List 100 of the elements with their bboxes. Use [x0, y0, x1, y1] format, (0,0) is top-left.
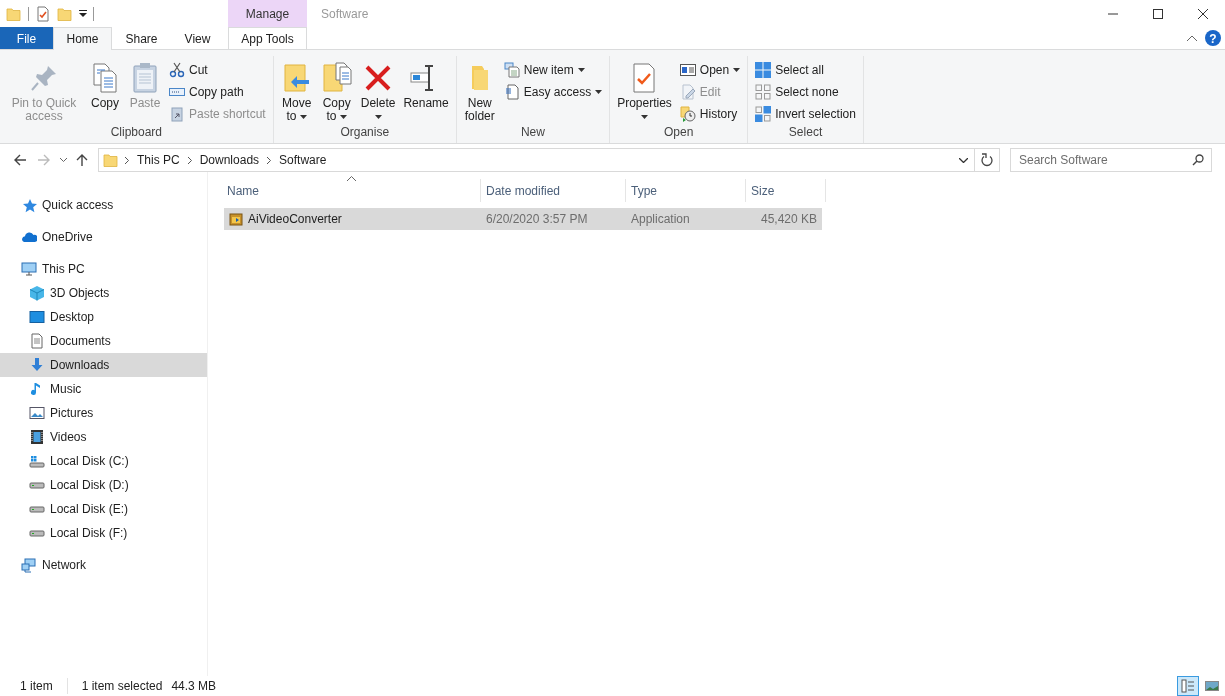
folder-icon: [6, 5, 22, 22]
contextual-tab-header: Manage: [228, 0, 307, 27]
chevron-right-icon: [187, 156, 192, 164]
file-name: AiVideoConverter: [248, 212, 342, 226]
nav-item[interactable]: 3D Objects: [0, 281, 207, 305]
nav-item[interactable]: Network: [0, 553, 207, 577]
ribbon-group-label: Select: [787, 125, 824, 141]
ribbon-button[interactable]: Easy access: [500, 82, 606, 102]
ribbon-tab[interactable]: App Tools: [228, 27, 307, 49]
ribbon-button[interactable]: New folder: [460, 60, 499, 125]
ribbon-button[interactable]: Copy to: [317, 60, 356, 125]
chevron-down-icon: [59, 158, 67, 162]
network-icon: [21, 557, 37, 573]
breadcrumb[interactable]: This PC: [137, 153, 180, 167]
search-field[interactable]: Search Software: [1010, 148, 1212, 172]
ribbon-button[interactable]: Copy: [86, 60, 124, 125]
ribbon-button[interactable]: Move to: [277, 60, 316, 125]
ribbon-button[interactable]: Select none: [752, 82, 859, 102]
caret-icon: [339, 114, 347, 119]
drive-icon: [29, 481, 45, 489]
ribbon-tab[interactable]: View: [171, 27, 224, 49]
table-cell: 6/20/2020 3:57 PM: [486, 212, 588, 226]
refresh-icon: [981, 153, 993, 167]
grid-icon: [755, 62, 772, 78]
file-row[interactable]: AiVideoConverter 6/20/2020 3:57 PM Application 45,420 KB: [224, 208, 822, 230]
caret-icon: [595, 90, 603, 94]
ribbon-button[interactable]: Rename: [400, 60, 452, 125]
ribbon-tab[interactable]: Home: [53, 27, 112, 50]
pencil-document-icon: [679, 84, 696, 100]
search-icon: [1192, 154, 1204, 166]
nav-item[interactable]: OneDrive: [0, 225, 207, 249]
ribbon-button[interactable]: Open: [676, 60, 744, 80]
ribbon-button[interactable]: Select all: [752, 60, 859, 80]
document-icon: [29, 333, 45, 349]
nav-item[interactable]: Local Disk (E:): [0, 497, 207, 521]
nav-item[interactable]: Documents: [0, 329, 207, 353]
folder-icon: [57, 5, 73, 22]
ribbon-button[interactable]: Delete: [357, 60, 399, 125]
window-title: Software: [320, 5, 370, 23]
breadcrumb[interactable]: Downloads: [199, 153, 260, 167]
breadcrumb[interactable]: Software: [279, 153, 327, 167]
help-icon[interactable]: ?: [1205, 30, 1221, 46]
view-button[interactable]: [1177, 676, 1199, 696]
nav-item[interactable]: Downloads: [0, 353, 207, 377]
nav-item[interactable]: This PC: [0, 257, 207, 281]
partial-grid-icon: [755, 106, 772, 122]
checked-document-icon: [35, 5, 51, 22]
caret-icon: [640, 114, 648, 119]
column-header[interactable]: Type: [626, 179, 746, 202]
status-text: 1 item: [20, 679, 53, 693]
download-arrow-icon: [29, 357, 45, 373]
picture-icon: [29, 405, 45, 421]
nav-item[interactable]: Desktop: [0, 305, 207, 329]
ribbon-group-label: New: [519, 125, 546, 141]
shortcut-icon: [169, 106, 185, 122]
chevron-right-icon: [125, 156, 129, 164]
ribbon-button[interactable]: Cut: [166, 60, 269, 80]
caret-icon: [733, 68, 741, 72]
ribbon-button[interactable]: Invert selection: [752, 104, 859, 124]
column-header[interactable]: Size: [746, 179, 826, 202]
customize-caret-icon[interactable]: [79, 9, 87, 18]
nav-item[interactable]: Local Disk (C:): [0, 449, 207, 473]
table-cell: Application: [631, 212, 690, 226]
forward-icon: [37, 153, 51, 167]
table-cell: 45,420 KB: [760, 212, 817, 226]
film-icon: [29, 429, 45, 445]
clock-icon: [679, 106, 696, 122]
folder-pages-icon: [320, 62, 353, 94]
address-bar[interactable]: This PC Downloads Software: [98, 148, 1000, 172]
ribbon-group-label: Clipboard: [109, 125, 164, 141]
ribbon-group-label: Organise: [339, 125, 391, 141]
close-icon: [1197, 8, 1208, 19]
window-icon: [679, 62, 696, 78]
nav-item[interactable]: Videos: [0, 425, 207, 449]
drive-icon: [29, 529, 45, 537]
nav-item[interactable]: Quick access: [0, 193, 207, 217]
nav-item[interactable]: Pictures: [0, 401, 207, 425]
application-icon: [229, 212, 243, 226]
column-header[interactable]: Date modified: [481, 179, 626, 202]
column-header[interactable]: Name: [222, 179, 481, 202]
cube-icon: [29, 285, 45, 301]
chevron-down-icon[interactable]: [958, 157, 968, 163]
nav-item[interactable]: Local Disk (D:): [0, 473, 207, 497]
ribbon-tab[interactable]: File: [0, 27, 53, 49]
monitor-icon: [21, 261, 37, 277]
details-view-icon: [1181, 679, 1195, 693]
caret-icon: [299, 114, 307, 119]
nav-item[interactable]: Local Disk (F:): [0, 521, 207, 545]
ribbon-button[interactable]: Copy path: [166, 82, 269, 102]
empty-grid-icon: [755, 84, 772, 100]
drive-icon: [29, 453, 45, 469]
ribbon-button[interactable]: History: [676, 104, 744, 124]
cloud-icon: [21, 229, 37, 245]
collapse-ribbon-icon[interactable]: [1187, 35, 1197, 41]
ribbon-tab[interactable]: Share: [112, 27, 171, 49]
ribbon-button[interactable]: New item: [500, 60, 606, 80]
ribbon-button[interactable]: Properties: [614, 60, 675, 125]
picture-icon: [1205, 679, 1219, 693]
nav-item[interactable]: Music: [0, 377, 207, 401]
back-icon: [13, 153, 27, 167]
